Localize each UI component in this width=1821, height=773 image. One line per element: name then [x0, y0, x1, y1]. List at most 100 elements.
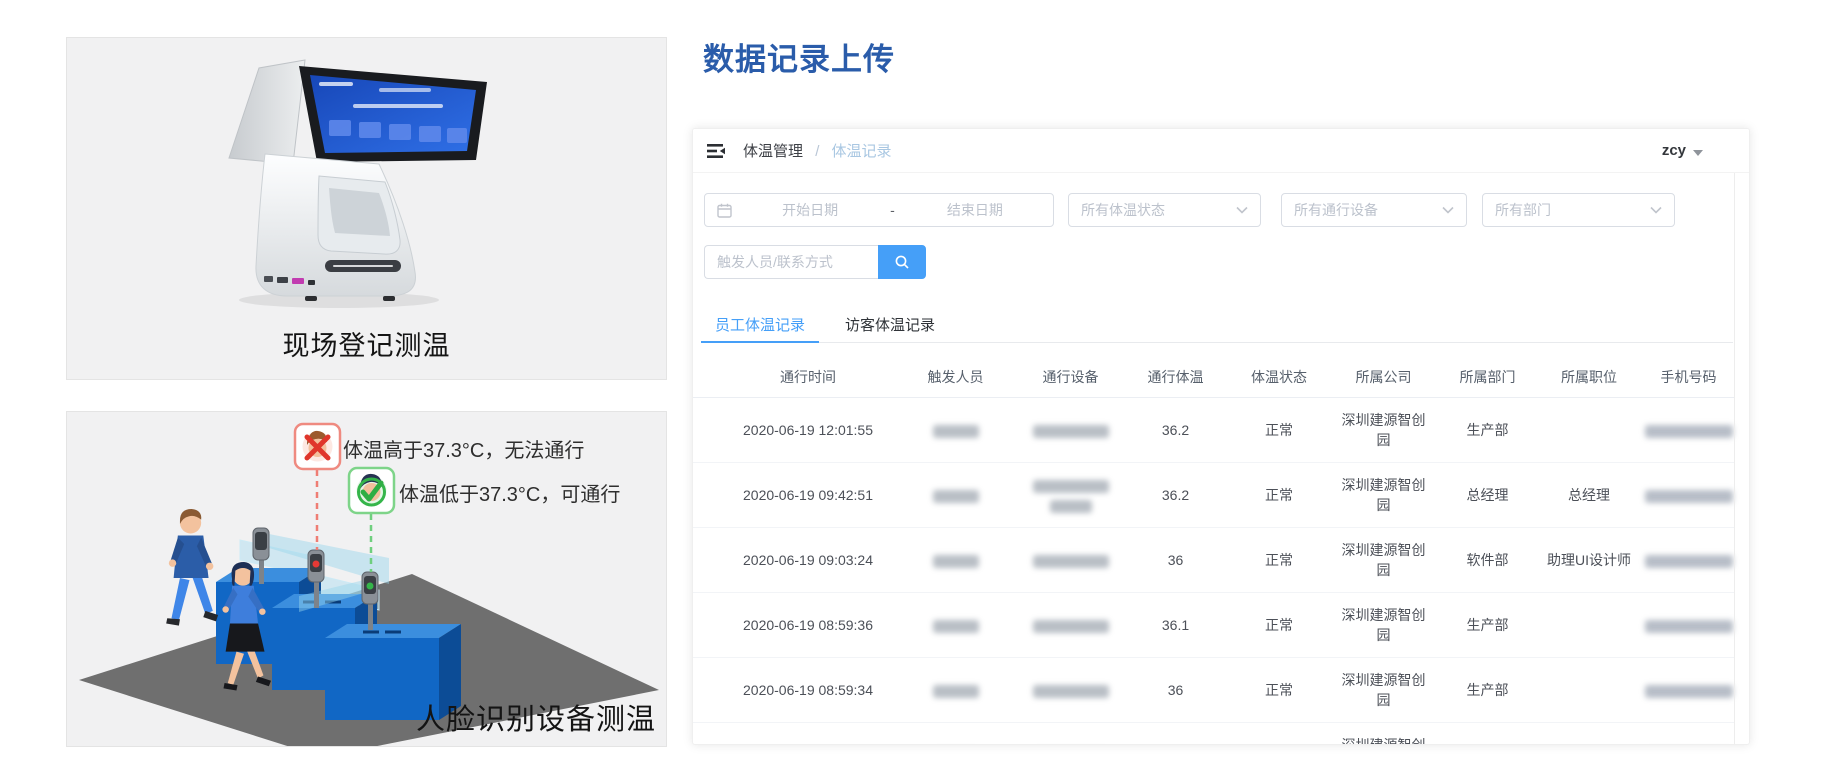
table-row: 2020-06-19 09:03:24 36 正常 深圳建源智创园 软件部 助理UI设计师 — [693, 528, 1735, 593]
cell-temperature-status: 正常 — [1265, 617, 1293, 633]
search-input[interactable] — [704, 245, 878, 279]
onsite-registration-card: 现场登记测温 — [66, 37, 667, 380]
cell-pass-time: 2020-06-19 09:42:51 — [743, 487, 873, 503]
cell-pass-device — [1018, 680, 1123, 700]
face-gate-card: 体温高于37.3°C，无法通行 体温低于37.3°C，可通行 人脸识别设备测温 — [66, 411, 667, 747]
terminal-rear-screen — [228, 59, 306, 165]
cell-pass-time: 2020-06-19 12:01:55 — [743, 422, 873, 438]
table-row: 2020-06-19 08:59:0136正常深圳建源智创园硬件研发部硬件研发经… — [693, 723, 1735, 745]
man-figure — [166, 509, 219, 626]
col-trigger-person: 触发人员 — [927, 368, 984, 385]
chevron-down-icon — [1442, 206, 1454, 214]
redacted-device — [1032, 619, 1109, 633]
start-date-placeholder[interactable]: 开始日期 — [732, 200, 888, 220]
temperature-status-value: 所有体温状态 — [1081, 202, 1165, 218]
cell-pass-temperature: 36 — [1167, 552, 1184, 568]
redacted-device — [1032, 554, 1109, 568]
redacted-person — [932, 424, 979, 438]
col-department: 所属部门 — [1459, 368, 1516, 385]
cell-pass-device — [1018, 615, 1123, 635]
cell-position: 助理UI设计师 — [1547, 552, 1631, 568]
cell-pass-temperature: 36.1 — [1161, 617, 1190, 633]
registration-terminal-illustration — [228, 59, 487, 308]
cell-temperature-status: 正常 — [1265, 422, 1293, 438]
col-pass-device: 通行设备 — [1042, 368, 1099, 385]
col-pass-time: 通行时间 — [780, 368, 836, 385]
date-range-separator: - — [890, 202, 895, 218]
cell-trigger-person — [893, 680, 1018, 700]
redacted-phone — [1644, 684, 1733, 698]
cell-department: 软件部 — [1466, 552, 1509, 568]
table-row: 2020-06-19 08:59:34 36 正常 深圳建源智创园 生产部 — [693, 658, 1735, 723]
pass-device-value: 所有通行设备 — [1294, 202, 1378, 218]
redacted-phone — [1644, 424, 1733, 438]
keyword-search — [704, 245, 926, 279]
redacted-device — [1032, 424, 1109, 438]
chevron-down-icon — [1650, 206, 1662, 214]
cell-pass-time: 2020-06-19 08:59:34 — [743, 682, 873, 698]
search-icon — [894, 254, 910, 270]
table-row: 2020-06-19 09:42:51 36.2 正常 深圳建源智创园 总经理 总经理 — [693, 463, 1735, 528]
cell-trigger-person — [893, 615, 1018, 635]
col-company: 所属公司 — [1355, 368, 1412, 385]
onsite-card-caption: 现场登记测温 — [282, 331, 451, 361]
redacted-person — [932, 489, 979, 503]
pass-device-select[interactable]: 所有通行设备 — [1281, 193, 1467, 227]
cell-department: 生产部 — [1466, 422, 1509, 438]
search-button[interactable] — [878, 245, 926, 279]
user-name: zcy — [1661, 142, 1686, 159]
allow-note: 体温低于37.3°C，可通行 — [399, 484, 621, 506]
cell-trigger-person — [893, 550, 1018, 570]
table-body: 2020-06-19 12:01:55 36.2 正常 深圳建源智创园 生产部 2020-… — [693, 398, 1735, 745]
page-title: 数据记录上传 — [703, 42, 895, 77]
redacted-device — [1032, 684, 1109, 698]
table-row: 2020-06-19 08:59:36 36.1 正常 深圳建源智创园 生产部 — [693, 593, 1735, 658]
cell-department: 生产部 — [1466, 682, 1509, 698]
app-topbar: 体温管理 / 体温记录 zcy — [693, 129, 1749, 173]
cell-pass-time: 2020-06-19 09:03:24 — [743, 552, 873, 568]
tab-employee-records[interactable]: 员工体温记录 — [701, 306, 820, 343]
collapse-sidebar-icon[interactable] — [707, 143, 725, 158]
allow-badge-icon — [347, 466, 396, 515]
table-header: 通行时间 触发人员 通行设备 通行体温 体温状态 所属公司 所属部门 所属职位 … — [693, 356, 1735, 398]
scrollbar-track[interactable] — [1734, 173, 1735, 744]
user-menu[interactable]: zcy — [1662, 142, 1703, 159]
end-date-placeholder[interactable]: 结束日期 — [897, 200, 1053, 220]
breadcrumb-separator: / — [815, 143, 820, 160]
cell-company: 深圳建源智创园 — [1341, 737, 1426, 745]
cell-department: 生产部 — [1466, 617, 1509, 633]
cell-company: 深圳建源智创园 — [1341, 477, 1426, 513]
deny-note: 体温高于37.3°C，无法通行 — [343, 440, 585, 462]
redacted-phone — [1644, 489, 1733, 503]
temperature-status-select[interactable]: 所有体温状态 — [1068, 193, 1261, 227]
cell-pass-device — [1018, 550, 1123, 570]
cell-phone — [1640, 680, 1737, 700]
breadcrumb-section[interactable]: 体温管理 — [743, 143, 803, 160]
cell-pass-temperature: 36.2 — [1161, 487, 1190, 503]
redacted-device — [1032, 479, 1109, 493]
redacted-phone — [1644, 554, 1733, 568]
col-pass-temperature: 通行体温 — [1147, 368, 1204, 385]
col-phone: 手机号码 — [1660, 368, 1717, 385]
redacted-person — [932, 554, 979, 568]
cell-temperature-status: 正常 — [1265, 552, 1293, 568]
cell-pass-temperature: 36.2 — [1161, 422, 1190, 438]
cell-company: 深圳建源智创园 — [1341, 542, 1426, 578]
department-value: 所有部门 — [1495, 202, 1551, 218]
cell-position: 总经理 — [1568, 487, 1610, 503]
cell-pass-device — [1018, 478, 1123, 513]
tab-visitor-records[interactable]: 访客体温记录 — [831, 306, 949, 342]
cell-pass-time: 2020-06-19 08:59:36 — [743, 617, 873, 633]
date-range-picker[interactable]: 开始日期 - 结束日期 — [704, 193, 1054, 227]
cell-trigger-person — [893, 420, 1018, 440]
deny-badge-icon — [293, 422, 342, 471]
department-select[interactable]: 所有部门 — [1482, 193, 1675, 227]
calendar-icon — [717, 203, 732, 218]
cell-company: 深圳建源智创园 — [1341, 412, 1426, 448]
cell-phone — [1640, 485, 1737, 505]
col-position: 所属职位 — [1561, 368, 1617, 385]
redacted-device — [1049, 499, 1092, 513]
cell-phone — [1640, 550, 1737, 570]
cell-pass-device — [1018, 420, 1123, 440]
redacted-phone — [1644, 619, 1733, 633]
